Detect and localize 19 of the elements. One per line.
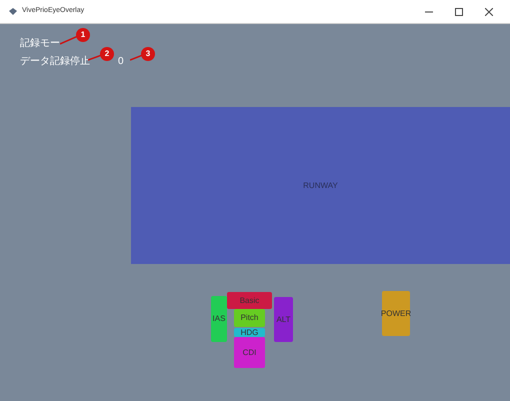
instrument-panel: IAS — [211, 296, 227, 342]
instrument-panel: Basic — [227, 292, 272, 309]
count-value: 0 — [118, 55, 124, 69]
leader-line — [60, 35, 78, 45]
close-icon — [485, 8, 493, 16]
instrument-panel: HDG — [234, 328, 265, 337]
callout-badge: 2 — [100, 47, 114, 61]
leader-line — [88, 54, 102, 61]
instrument-panel: ALT — [274, 297, 293, 342]
instrument-panel: Pitch — [234, 309, 265, 327]
callout-badge: 3 — [141, 47, 155, 61]
leader-line — [130, 54, 143, 61]
recording-status: データ記録停止 — [20, 54, 90, 69]
mode-label: 記録モー — [20, 36, 60, 51]
runway-area: RUNWAY — [131, 107, 510, 264]
callout-badge: 1 — [76, 28, 90, 42]
app-icon — [8, 7, 18, 16]
maximize-icon — [455, 8, 463, 16]
instrument-panel: CDI — [234, 337, 265, 368]
